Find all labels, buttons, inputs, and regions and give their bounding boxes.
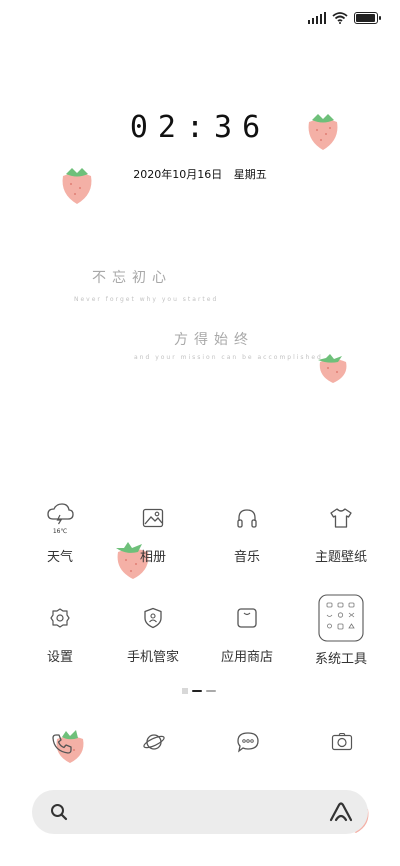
app-label: 相册 [139,550,166,565]
app-weather[interactable]: 16℃ 天气 [15,498,105,565]
app-gallery[interactable]: 相册 [108,498,198,565]
app-label: 系统工具 [314,652,367,667]
page-indicator [182,688,216,694]
strawberry-icon [62,168,92,204]
dock-messages[interactable] [228,722,268,762]
assistant-icon[interactable] [328,800,354,824]
weather-temp: 16℃ [53,528,68,535]
app-label: 手机管家 [126,650,179,665]
messages-icon [237,732,259,753]
menu-lines-icon [182,688,188,694]
shield-icon [133,598,173,638]
app-store[interactable]: 应用商店 [202,598,292,665]
store-icon [227,598,267,638]
signal-icon [308,12,326,24]
app-label: 设置 [46,650,73,665]
strawberry-icon [308,114,338,150]
quote-sub-2: and your mission can be accomplished [134,354,323,361]
headphones-icon [227,498,267,538]
dock-camera[interactable] [322,722,362,762]
quote-line-2: 方得始终 [174,332,254,348]
search-bar[interactable] [32,790,368,834]
app-label: 主题壁纸 [314,550,367,565]
folder-icon [318,594,364,642]
quote-line-1: 不忘初心 [92,270,172,286]
status-bar [308,8,381,28]
app-system-tools[interactable]: 系统工具 [296,594,386,667]
weekday-text: 星期五 [233,168,267,181]
dock-phone[interactable] [42,724,82,764]
app-security[interactable]: 手机管家 [108,598,198,665]
gallery-icon [133,498,173,538]
quote-sub-1: Never forget why you started [74,296,219,303]
app-label: 音乐 [233,550,260,565]
settings-icon [40,598,80,638]
page-dot [206,690,216,692]
phone-icon [52,734,72,754]
tshirt-icon [321,498,361,538]
app-themes[interactable]: 主题壁纸 [296,498,386,565]
page-dot-active [192,690,202,692]
strawberry-icon [318,354,347,383]
weather-icon: 16℃ [40,498,80,538]
app-settings[interactable]: 设置 [15,598,105,665]
app-music[interactable]: 音乐 [202,498,292,565]
app-label: 天气 [46,550,73,565]
browser-planet-icon [143,734,165,750]
search-icon [51,804,68,821]
date-text: 2020年10月16日 [133,168,223,181]
camera-icon [331,732,353,751]
battery-icon [354,12,381,24]
app-label: 应用商店 [220,650,273,665]
dock-browser[interactable] [134,722,174,762]
wifi-icon [332,12,348,24]
